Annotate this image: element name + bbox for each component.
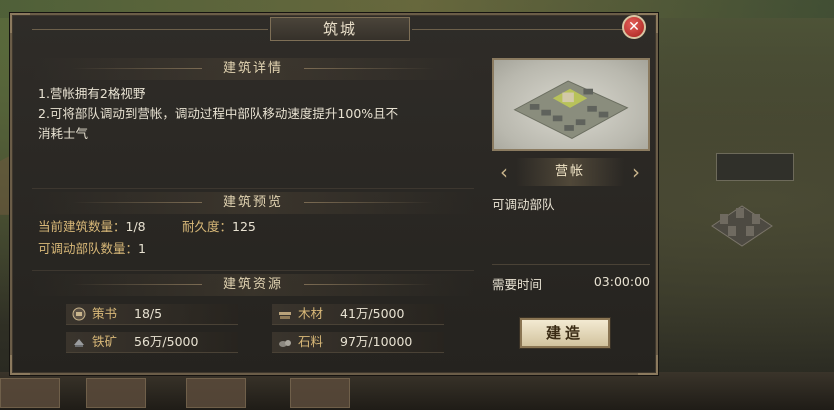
movable-troops-stat: 可调动部队数量：1: [38, 240, 146, 258]
build-time-row: 需要时间 03:00:00: [492, 274, 650, 293]
movable-troops-label: 可调动部队数量：: [38, 241, 139, 256]
resource-value: 18/5: [134, 306, 163, 321]
bottom-tab-4[interactable]: [290, 378, 350, 408]
resource-wood: 木材 41万/5000: [272, 304, 444, 325]
durability-label: 耐久度：: [182, 219, 233, 234]
stone-icon: [279, 340, 291, 347]
resources-header: 建筑资源: [32, 274, 474, 296]
dialog-title: 筑城: [270, 17, 410, 41]
resource-label: 石料: [298, 334, 324, 349]
resource-value: 97万/10000: [340, 334, 413, 349]
panel-divider: [492, 264, 650, 265]
bottom-tab-1[interactable]: [0, 378, 60, 408]
building-info-panel: 建筑详情 1.营帐拥有2格视野 2.可将部队调动到营帐，调动过程中部队移动速度提…: [32, 58, 474, 381]
next-building-arrow-icon[interactable]: ›: [626, 160, 646, 184]
resource-label: 木材: [298, 306, 324, 321]
building-select-panel: ‹ 营帐 › 可调动部队 需要时间 03:00:00 建造: [484, 58, 654, 381]
resource-iron: 铁矿 56万/5000: [66, 332, 238, 353]
section-divider: [32, 188, 474, 189]
prev-building-arrow-icon[interactable]: ‹: [494, 160, 514, 184]
build-button[interactable]: 建造: [520, 318, 610, 348]
resource-label: 铁矿: [92, 334, 118, 349]
build-fortification-dialog: 筑城 建筑详情 1.营帐拥有2格视野 2.可将部队调动到营帐，调动过程中部队移动…: [10, 13, 658, 375]
map-city-tag[interactable]: [716, 153, 794, 181]
current-count-value: 1/8: [125, 219, 146, 234]
details-header: 建筑详情: [32, 58, 474, 80]
durability-stat: 耐久度：125: [182, 218, 256, 236]
iron-icon: [74, 339, 84, 347]
wood-icon: [279, 312, 291, 319]
corner-ornament: [10, 355, 30, 375]
close-icon[interactable]: ✕: [622, 15, 646, 39]
build-time-value: 03:00:00: [593, 274, 650, 289]
overview-header: 建筑预览: [32, 192, 474, 214]
building-description: 可调动部队: [492, 197, 555, 212]
current-count-stat: 当前建筑数量：1/8: [38, 218, 146, 236]
building-name: 营帐: [516, 158, 624, 186]
resource-scroll: 策书 18/5: [66, 304, 238, 325]
title-divider-left: [32, 29, 268, 30]
scroll-icon: [72, 307, 86, 321]
title-divider-right: [412, 29, 630, 30]
camp-preview-image: [492, 58, 650, 151]
resource-value: 41万/5000: [340, 306, 405, 321]
fort-icon[interactable]: [706, 196, 778, 252]
detail-line-2: 2.可将部队调动到营帐，调动过程中部队移动速度提升100%且不: [38, 106, 399, 121]
current-count-label: 当前建筑数量：: [38, 219, 126, 234]
bottom-tab-2[interactable]: [86, 378, 146, 408]
resource-label: 策书: [92, 306, 118, 321]
durability-value: 125: [232, 219, 256, 234]
bottom-tab-3[interactable]: [186, 378, 246, 408]
detail-line-3: 消耗士气: [38, 126, 89, 141]
resource-stone: 石料 97万/10000: [272, 332, 444, 353]
resource-value: 56万/5000: [134, 334, 199, 349]
corner-ornament: [10, 13, 30, 33]
detail-line-1: 1.营帐拥有2格视野: [38, 86, 146, 101]
build-time-label: 需要时间: [492, 277, 543, 292]
section-divider: [32, 270, 474, 271]
building-selector: ‹ 营帐 ›: [490, 158, 650, 186]
movable-troops-value: 1: [138, 241, 146, 256]
